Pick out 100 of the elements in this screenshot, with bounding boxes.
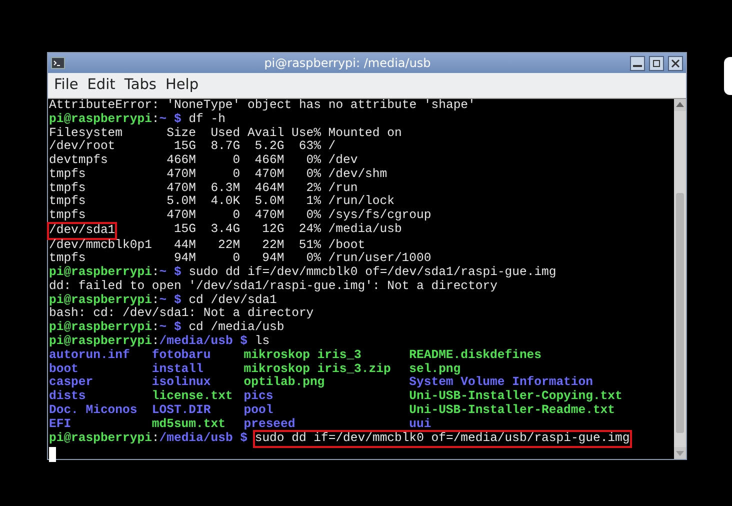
table-cell: 0 [232, 251, 240, 266]
directory-name: EFI [49, 416, 72, 431]
table-cell: 15G [174, 222, 196, 236]
prompt-path: /media/usb $ [159, 431, 248, 446]
directory-name: casper [49, 375, 94, 390]
prompt-user: pi@raspberrypi [49, 112, 152, 126]
table-cell: 63% [298, 139, 321, 154]
table-cell: /media/usb [328, 222, 402, 236]
table-cell: tmpfs [49, 180, 86, 195]
minimize-button[interactable] [630, 56, 645, 70]
table-cell: /sys/fs/cgroup [328, 208, 432, 222]
column-header: Used [210, 126, 240, 140]
directory-name: boot [49, 362, 78, 376]
prompt-separator: : [152, 265, 160, 280]
directory-name: autorun.inf [49, 348, 130, 362]
menu-item[interactable]: Tabs [121, 74, 162, 96]
minimize-icon [633, 64, 642, 66]
table-cell: 4.0K [210, 194, 240, 208]
scroll-up-icon[interactable] [674, 99, 686, 111]
scrollbar[interactable] [674, 99, 686, 459]
file-name: mikroskop iris_3.zip [244, 362, 391, 376]
table-cell: 466M [166, 153, 196, 168]
directory-name: fotobaru [152, 348, 211, 362]
table-cell: /boot [328, 238, 366, 252]
maximize-icon [651, 58, 662, 68]
table-cell: 22M [262, 238, 284, 252]
table-cell: 22M [218, 238, 240, 252]
command-text: sudo dd if=/dev/mmcblk0 of=/media/usb/raspi-gue.img [254, 432, 630, 446]
close-icon [670, 58, 681, 68]
table-cell: tmpfs [49, 194, 86, 208]
table-cell: 6.3M [210, 180, 240, 195]
window-title: pi@raspberrypi: /media/usb [263, 56, 432, 70]
table-cell: 0 [232, 153, 240, 168]
file-name: optilab.png [244, 375, 325, 390]
table-cell: 466M [254, 153, 284, 168]
table-cell: 3.4G [210, 222, 240, 236]
table-cell: 0% [306, 153, 321, 168]
table-cell: /dev/sda1 [49, 224, 116, 238]
command-text: sudo dd if=/dev/mmcblk0 of=/dev/sda1/raspi-gue.img [188, 265, 556, 280]
prompt-user: pi@raspberrypi [49, 320, 152, 334]
table-cell: 1% [306, 194, 321, 208]
table-cell: 470M [166, 166, 196, 181]
prompt-path: /media/usb $ [159, 334, 248, 348]
menu-item[interactable]: Edit [84, 74, 122, 96]
table-cell: 51% [298, 238, 321, 252]
table-cell: /dev/root [49, 139, 116, 154]
directory-name: pics [244, 389, 274, 404]
column-header: Use% [290, 126, 321, 140]
prompt-path: ~ $ [159, 265, 182, 280]
directory-name: uui [409, 416, 432, 431]
prompt-separator: : [152, 292, 160, 307]
prompt-separator: : [152, 431, 160, 446]
table-cell: /run [328, 180, 358, 195]
table-cell: 0% [306, 166, 321, 181]
table-cell: 94M [262, 251, 284, 266]
table-cell: devtmpfs [49, 153, 108, 168]
column-header: Mounted on [328, 126, 403, 140]
file-name: license.txt [152, 389, 233, 404]
prompt-separator: : [152, 320, 160, 334]
column-header: Avail [246, 126, 284, 140]
column-header: Filesystem [49, 126, 124, 140]
table-cell: 464M [254, 180, 284, 195]
table-cell: / [328, 139, 336, 154]
command-text: df -h [188, 112, 226, 126]
command-text: ls [254, 334, 270, 348]
table-cell: 15G [174, 139, 196, 154]
menu-item[interactable]: File [51, 74, 84, 96]
table-cell: /dev/shm [328, 166, 388, 181]
directory-name: dists [49, 389, 86, 404]
table-cell: 12G [262, 222, 284, 236]
command-text: cd /dev/sda1 [188, 292, 277, 307]
table-cell: 0% [306, 208, 321, 222]
table-cell: 2% [306, 180, 321, 195]
prompt-user: pi@raspberrypi [49, 334, 152, 348]
table-cell: /run/lock [328, 194, 394, 208]
scrollbar-thumb[interactable] [676, 193, 684, 433]
table-cell: tmpfs [49, 208, 86, 222]
prompt-path: ~ $ [159, 292, 182, 307]
close-button[interactable] [668, 56, 683, 70]
table-cell: /run/user/1000 [328, 251, 432, 266]
directory-name: System Volume Information [409, 375, 593, 390]
table-cell: 5.0M [254, 194, 284, 208]
directory-name: LOST.DIR [152, 402, 211, 417]
prompt-user: pi@raspberrypi [49, 431, 152, 446]
file-name: mikroskop iris_3 [244, 348, 362, 362]
table-cell: 470M [166, 180, 196, 195]
file-name: README.diskdefines [409, 348, 542, 362]
table-cell: 0 [232, 208, 240, 222]
prompt-separator: : [152, 112, 160, 126]
table-cell: /dev/mmcblk0p1 [49, 238, 152, 252]
table-cell: 24% [298, 222, 321, 236]
table-cell: 44M [174, 238, 196, 252]
prompt-user: pi@raspberrypi [49, 265, 152, 280]
directory-name: Doc. Miconos [49, 402, 138, 417]
menu-item[interactable]: Help [162, 74, 205, 96]
text-cursor [49, 447, 56, 462]
command-text: cd /media/usb [188, 320, 284, 334]
output-line: AttributeError: 'NoneType' object has no attribute 'shape' [49, 98, 476, 112]
maximize-button[interactable] [649, 56, 664, 70]
directory-name: isolinux [152, 375, 211, 390]
